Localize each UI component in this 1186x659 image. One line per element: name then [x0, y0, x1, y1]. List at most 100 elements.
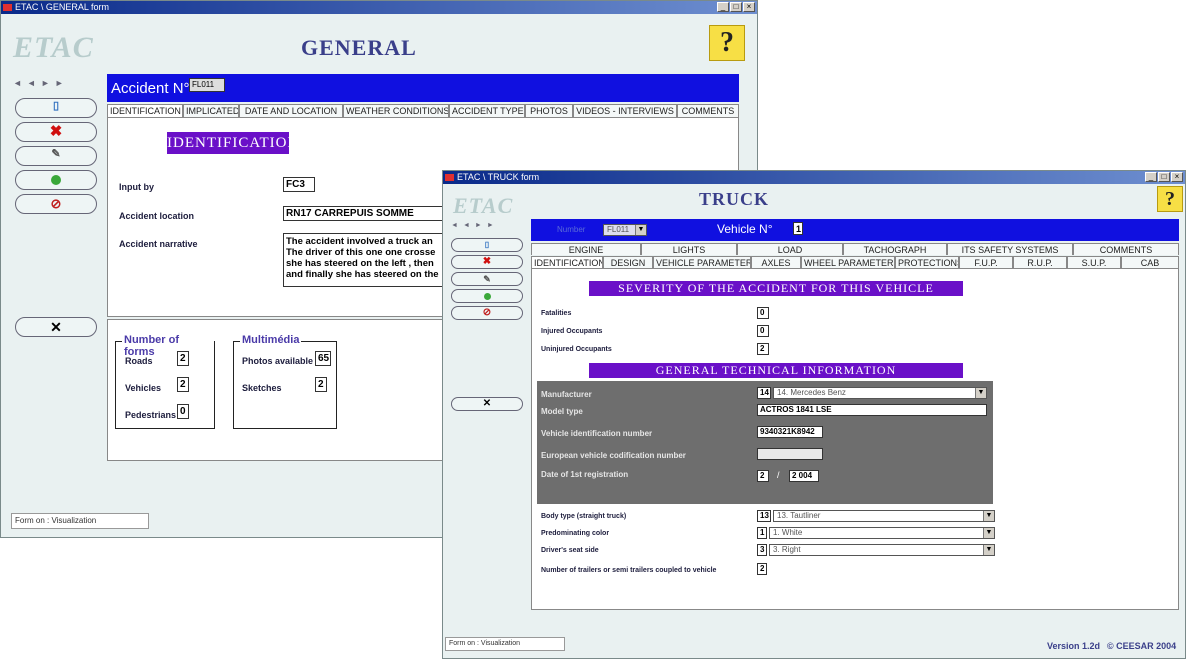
manufacturer-label: Manufacturer	[541, 390, 592, 399]
cancel-button[interactable]: ⊘	[451, 306, 523, 320]
tab-rup[interactable]: R.U.P.	[1013, 256, 1067, 268]
tab-identification[interactable]: IDENTIFICATION	[107, 104, 183, 117]
vehicles-field[interactable]: 2	[177, 377, 189, 392]
close-form-button[interactable]: ✕	[15, 317, 97, 337]
edit-button[interactable]: ✎	[451, 272, 523, 286]
uninjured-occupants-field[interactable]: 2	[757, 343, 769, 355]
accident-narrative-field[interactable]: The accident involved a truck an The dri…	[283, 233, 453, 287]
model-type-field[interactable]: ACTROS 1841 LSE	[757, 404, 987, 416]
general-status-bar: Form on : Visualization	[11, 513, 149, 529]
new-record-button[interactable]: ▯	[15, 98, 97, 118]
delete-button[interactable]: ✖	[451, 255, 523, 269]
european-codification-field[interactable]	[757, 448, 823, 460]
tab-protections[interactable]: PROTECTIONS	[895, 256, 959, 268]
new-record-button[interactable]: ▯	[451, 238, 523, 252]
roads-field[interactable]: 2	[177, 351, 189, 366]
tab-identification[interactable]: IDENTIFICATION	[531, 256, 603, 268]
tab-its-safety[interactable]: ITS SAFETY SYSTEMS	[947, 243, 1073, 255]
tab-comments[interactable]: COMMENTS	[1073, 243, 1179, 255]
no-entry-icon: ⊘	[50, 196, 62, 211]
accident-number-field[interactable]: FL011	[189, 78, 225, 92]
fatalities-field[interactable]: 0	[757, 307, 769, 319]
app-icon	[445, 174, 454, 181]
validate-button[interactable]	[15, 170, 97, 190]
vehicle-number-field[interactable]: 1	[793, 222, 803, 235]
registration-month-field[interactable]: 2	[757, 470, 769, 482]
help-button[interactable]: ?	[1157, 186, 1183, 212]
next-record-icon[interactable]: ►	[41, 78, 50, 88]
prev-record-icon[interactable]: ◄	[27, 78, 36, 88]
predominating-color-dropdown[interactable]: 1. White ▼	[769, 527, 995, 539]
page-title: GENERAL	[301, 35, 417, 60]
injured-occupants-field[interactable]: 0	[757, 325, 769, 337]
input-by-label: Input by	[119, 182, 154, 192]
vin-label: Vehicle identification number	[541, 429, 653, 438]
tab-vehicle-parameters[interactable]: VEHICLE PARAMETERS	[653, 256, 751, 268]
truck-tabs-bottom: IDENTIFICATION DESIGN VEHICLE PARAMETERS…	[531, 256, 1179, 268]
seat-side-code-field[interactable]: 3	[757, 544, 767, 556]
photos-available-field[interactable]: 65	[315, 351, 331, 366]
next-record-icon[interactable]: ►	[475, 222, 482, 229]
tab-comments[interactable]: COMMENTS	[677, 104, 739, 117]
tab-sup[interactable]: S.U.P.	[1067, 256, 1121, 268]
model-type-label: Model type	[541, 407, 583, 416]
tab-engine[interactable]: ENGINE	[531, 243, 641, 255]
identification-section-title: IDENTIFICATION	[167, 132, 298, 154]
delete-button[interactable]: ✖	[15, 122, 97, 142]
chevron-down-icon: ▼	[983, 545, 994, 555]
app-icon	[3, 4, 12, 11]
tab-tachograph[interactable]: TACHOGRAPH	[843, 243, 947, 255]
last-record-icon[interactable]: ►	[487, 222, 494, 229]
record-navigation: ◄ ◄ ► ►	[13, 78, 64, 88]
maximize-button[interactable]: □	[1158, 172, 1170, 182]
input-by-field[interactable]: FC3	[283, 177, 315, 192]
minimize-button[interactable]: _	[717, 2, 729, 12]
close-form-button[interactable]: ✕	[451, 397, 523, 411]
tab-implicated[interactable]: IMPLICATED	[183, 104, 239, 117]
tab-photos[interactable]: PHOTOS	[525, 104, 573, 117]
prev-record-icon[interactable]: ◄	[463, 222, 470, 229]
european-codification-label: European vehicle codification number	[541, 451, 686, 460]
trailers-field[interactable]: 2	[757, 563, 767, 575]
close-button[interactable]: ×	[1171, 172, 1183, 182]
first-record-icon[interactable]: ◄	[13, 78, 22, 88]
tab-videos[interactable]: VIDEOS - INTERVIEWS	[573, 104, 677, 117]
maximize-button[interactable]: □	[730, 2, 742, 12]
first-record-icon[interactable]: ◄	[451, 222, 458, 229]
tab-wheel-parameters[interactable]: WHEEL PARAMETERS	[801, 256, 895, 268]
manufacturer-dropdown[interactable]: 14. Mercedes Benz ▼	[773, 387, 987, 399]
validate-button[interactable]	[451, 289, 523, 303]
copyright-label: © CEESAR 2004	[1107, 641, 1177, 651]
seat-side-label: Driver's seat side	[541, 547, 599, 554]
tab-accident-type[interactable]: ACCIDENT TYPE	[449, 104, 525, 117]
sketches-field[interactable]: 2	[315, 377, 327, 392]
vin-field[interactable]: 9340321K8942	[757, 426, 823, 438]
help-button[interactable]: ?	[709, 25, 745, 61]
body-type-code-field[interactable]: 13	[757, 510, 771, 522]
accident-location-field[interactable]: RN17 CARREPUIS SOMME	[283, 206, 453, 221]
tab-cab[interactable]: CAB	[1121, 256, 1179, 268]
pedestrians-field[interactable]: 0	[177, 404, 189, 419]
number-dropdown[interactable]: FL011 ▼	[603, 224, 647, 236]
tab-design[interactable]: DESIGN	[603, 256, 653, 268]
cancel-button[interactable]: ⊘	[15, 194, 97, 214]
tab-axles[interactable]: AXLES	[751, 256, 801, 268]
etac-logo: ETAC	[13, 31, 94, 64]
edit-button[interactable]: ✎	[15, 146, 97, 166]
minimize-button[interactable]: _	[1145, 172, 1157, 182]
registration-year-field[interactable]: 2 004	[789, 470, 819, 482]
tab-load[interactable]: LOAD	[737, 243, 843, 255]
uninjured-occupants-label: Uninjured Occupants	[541, 346, 612, 353]
predominating-color-code-field[interactable]: 1	[757, 527, 767, 539]
seat-side-dropdown[interactable]: 3. Right ▼	[769, 544, 995, 556]
tab-weather[interactable]: WEATHER CONDITIONS	[343, 104, 449, 117]
body-type-dropdown[interactable]: 13. Tautliner ▼	[773, 510, 995, 522]
tab-fup[interactable]: F.U.P.	[959, 256, 1013, 268]
close-button[interactable]: ×	[743, 2, 755, 12]
tab-date-location[interactable]: DATE AND LOCATION	[239, 104, 343, 117]
sketches-label: Sketches	[242, 383, 282, 393]
last-record-icon[interactable]: ►	[55, 78, 64, 88]
manufacturer-code-field[interactable]: 14	[757, 387, 771, 399]
chevron-down-icon: ▼	[983, 511, 994, 521]
tab-lights[interactable]: LIGHTS	[641, 243, 737, 255]
